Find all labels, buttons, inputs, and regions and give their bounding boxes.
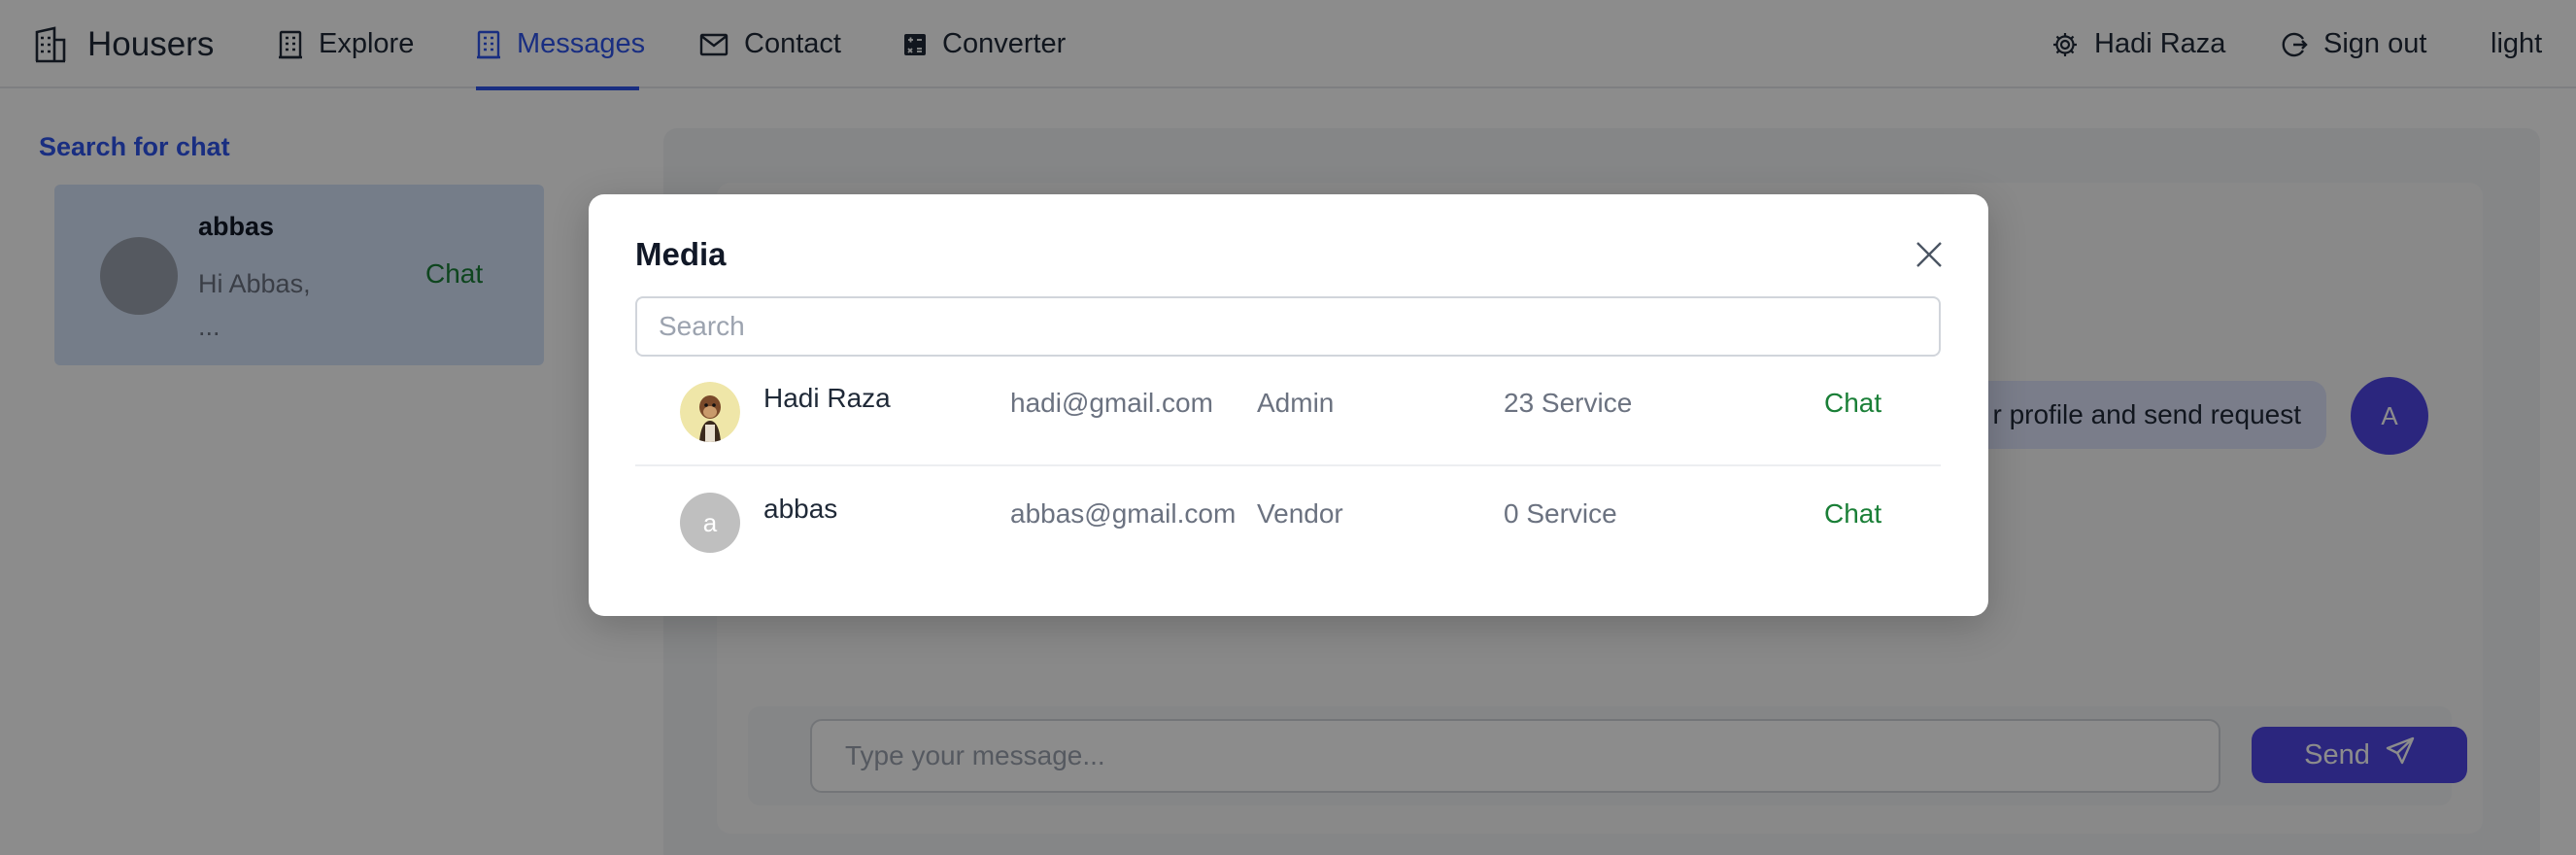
chat-button[interactable]: Chat: [1824, 498, 1881, 530]
user-email: abbas@gmail.com: [1010, 498, 1237, 529]
search-input[interactable]: [635, 296, 1941, 357]
user-name: Hadi Raza: [763, 383, 891, 413]
user-name: abbas: [763, 494, 838, 524]
avatar: a: [680, 493, 740, 553]
close-icon: [1915, 241, 1943, 273]
close-button[interactable]: [1910, 237, 1949, 276]
media-modal: Media Hadi Raza hadi@gmail.com Admin 23 …: [589, 194, 1988, 616]
user-services: 23 Service: [1504, 388, 1633, 418]
chat-button[interactable]: Chat: [1824, 388, 1881, 419]
user-role: Admin: [1257, 388, 1335, 418]
user-email: hadi@gmail.com: [1010, 388, 1213, 418]
user-services: 0 Service: [1504, 498, 1617, 529]
table-row: Hadi Raza hadi@gmail.com Admin 23 Servic…: [635, 358, 1941, 466]
modal-title: Media: [635, 236, 727, 272]
avatar: [680, 382, 740, 442]
ape-avatar-image: [680, 382, 740, 442]
user-role: Vendor: [1257, 498, 1343, 529]
table-row: a abbas abbas@gmail.com Vendor 0 Service…: [635, 468, 1941, 577]
